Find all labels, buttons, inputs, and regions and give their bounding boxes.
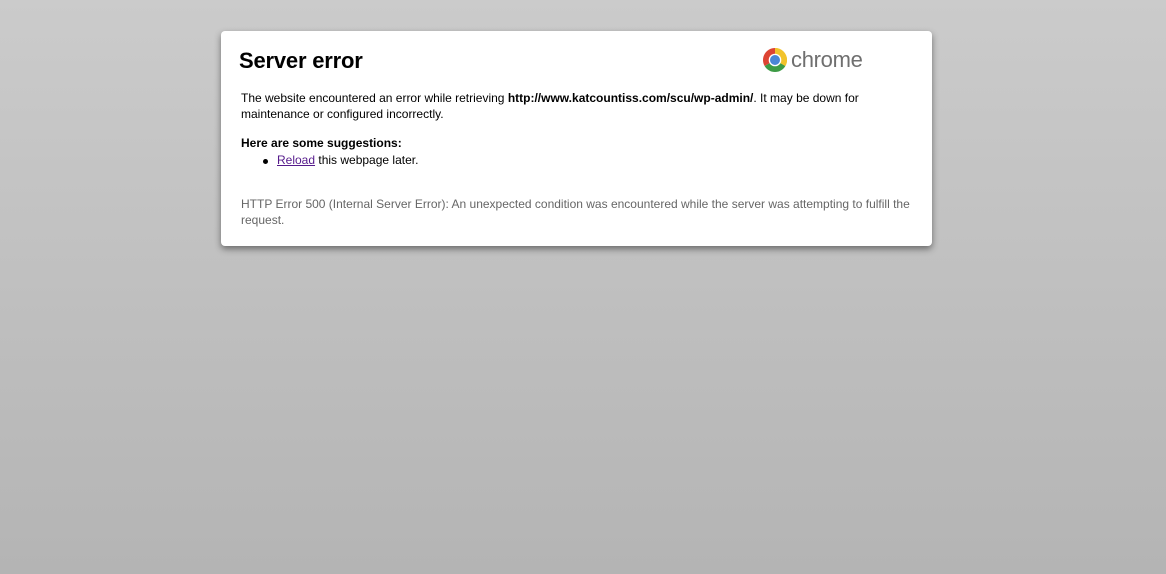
http-error-detail: HTTP Error 500 (Internal Server Error): … bbox=[241, 197, 910, 227]
error-message-prefix: The website encountered an error while r… bbox=[241, 91, 508, 105]
error-card: Server error chrome The website encounte… bbox=[221, 31, 932, 246]
suggestions-list: Reload this webpage later. bbox=[241, 152, 418, 168]
error-url: http://www.katcountiss.com/scu/wp-admin/ bbox=[507, 91, 754, 105]
reload-link[interactable]: Reload bbox=[277, 153, 315, 167]
suggestion-text: this webpage later. bbox=[315, 153, 419, 167]
suggestion-item: Reload this webpage later. bbox=[241, 152, 418, 168]
suggestions-heading: Here are some suggestions: bbox=[241, 136, 402, 150]
chrome-logo-icon bbox=[761, 46, 789, 74]
bullet-icon bbox=[263, 159, 268, 164]
error-message: The website encountered an error while r… bbox=[241, 90, 891, 122]
page-title: Server error bbox=[239, 48, 363, 73]
chrome-wordmark: chrome bbox=[791, 47, 863, 72]
chrome-brand: chrome bbox=[761, 45, 863, 75]
